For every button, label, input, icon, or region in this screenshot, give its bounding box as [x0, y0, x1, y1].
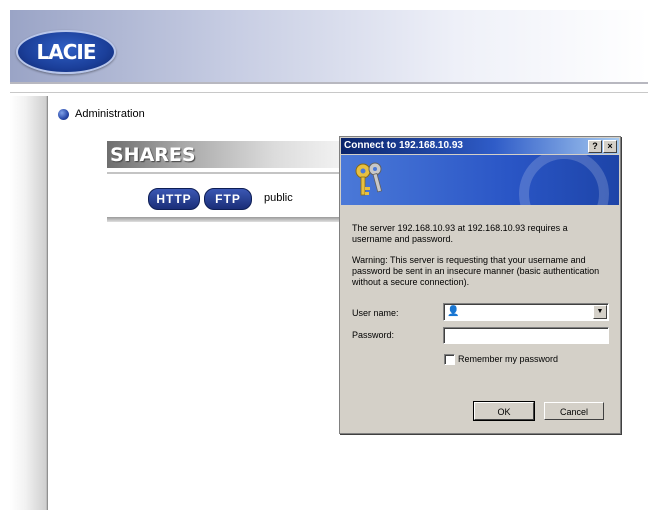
remember-password-checkbox[interactable]: [444, 354, 455, 365]
shares-header: SHARES: [107, 141, 347, 168]
header-divider-thin: [10, 92, 648, 93]
banner-decoration: [519, 155, 609, 205]
password-field[interactable]: [443, 327, 609, 344]
share-name: public: [264, 192, 293, 204]
dialog-message: The server 192.168.10.93 at 192.168.10.9…: [352, 223, 568, 244]
help-button[interactable]: ?: [588, 140, 602, 153]
shares-title: SHARES: [110, 144, 196, 166]
lacie-logo[interactable]: LACIE: [16, 30, 116, 74]
user-icon: 👤: [447, 306, 460, 317]
username-label: User name:: [352, 308, 399, 318]
nav-administration[interactable]: Administration: [58, 108, 145, 120]
ftp-button[interactable]: FTP: [204, 188, 252, 210]
shares-divider-bottom: [107, 217, 347, 222]
header-divider: [10, 82, 648, 84]
dialog-banner: [341, 155, 619, 205]
username-field[interactable]: 👤 ▼: [443, 303, 609, 321]
remember-password-label[interactable]: Remember my password: [458, 354, 558, 364]
dialog-warning: Warning: This server is requesting that …: [352, 255, 600, 287]
cancel-button[interactable]: Cancel: [544, 402, 604, 420]
http-button[interactable]: HTTP: [148, 188, 200, 210]
dialog-titlebar[interactable]: Connect to 192.168.10.93 ? ×: [341, 138, 619, 154]
chevron-down-icon[interactable]: ▼: [593, 305, 607, 319]
administration-link[interactable]: Administration: [75, 108, 145, 120]
login-dialog: Connect to 192.168.10.93 ? × The server …: [339, 136, 621, 434]
globe-icon: [58, 108, 69, 120]
ok-button[interactable]: OK: [473, 401, 535, 421]
close-button[interactable]: ×: [603, 140, 617, 153]
left-sidebar: [10, 96, 48, 510]
shares-divider-top: [107, 172, 347, 174]
logo-text: LACIE: [36, 40, 96, 64]
keys-icon: [355, 162, 383, 196]
dialog-title: Connect to 192.168.10.93: [344, 140, 463, 151]
password-label: Password:: [352, 330, 395, 340]
header-banner: LACIE: [10, 10, 648, 82]
